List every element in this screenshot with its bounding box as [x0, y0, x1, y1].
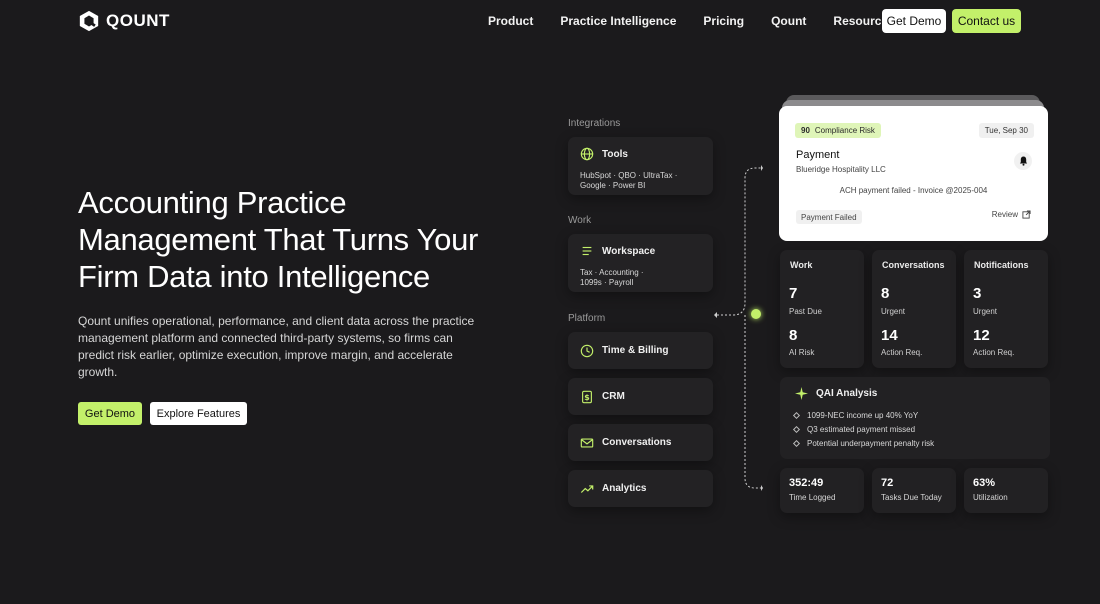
- clock-icon: [580, 344, 594, 357]
- notif-action-label: Action Req.: [973, 348, 1015, 357]
- risk-score: 90: [801, 126, 810, 135]
- notification-bell-button[interactable]: [1014, 152, 1032, 170]
- notifications-stats-title: Notifications: [974, 260, 1029, 270]
- crm-card[interactable]: $ CRM: [568, 378, 713, 415]
- tasks-due-label: Tasks Due Today: [881, 493, 942, 502]
- payment-title: Payment: [796, 149, 840, 161]
- ai-risk-label: AI Risk: [789, 348, 815, 357]
- qai-title: QAI Analysis: [816, 388, 878, 399]
- qai-item: Potential underpayment penalty risk: [792, 439, 935, 448]
- past-due-count: 7: [789, 285, 798, 302]
- time-logged-value: 352:49: [789, 477, 824, 489]
- notifications-stats-card[interactable]: Notifications 3 Urgent 12 Action Req.: [964, 250, 1048, 368]
- payment-message: ACH payment failed - Invoice @2025-004: [839, 186, 988, 195]
- notif-urgent-count: 3: [973, 285, 982, 302]
- main-nav: Product Practice Intelligence Pricing Qo…: [488, 9, 922, 33]
- work-stats-card[interactable]: Work 7 Past Due 8 AI Risk: [780, 250, 864, 368]
- diamond-icon: [792, 439, 801, 448]
- brand-name: QOUNT: [106, 11, 170, 30]
- work-stats-title: Work: [790, 260, 813, 270]
- conv-urgent-count: 8: [881, 285, 890, 302]
- qai-item: 1099-NEC income up 40% YoY: [792, 411, 919, 420]
- platform-label: Platform: [568, 313, 606, 324]
- get-demo-hero-button[interactable]: Get Demo: [78, 402, 142, 425]
- past-due-label: Past Due: [789, 307, 822, 316]
- time-logged-card[interactable]: 352:49 Time Logged: [780, 468, 864, 513]
- get-demo-nav-button[interactable]: Get Demo: [882, 9, 946, 33]
- nav-practice-intelligence[interactable]: Practice Intelligence: [560, 14, 676, 28]
- contact-us-button[interactable]: Contact us: [952, 9, 1021, 33]
- client-name: Blueridge Hospitality LLC: [796, 165, 886, 174]
- work-label: Work: [568, 215, 592, 226]
- qai-item-text: Potential underpayment penalty risk: [807, 439, 935, 448]
- risk-label: Compliance Risk: [814, 126, 875, 135]
- conv-action-label: Action Req.: [881, 348, 923, 357]
- trend-up-icon: [580, 484, 594, 493]
- ai-risk-count: 8: [789, 327, 798, 344]
- explore-features-button[interactable]: Explore Features: [150, 402, 247, 425]
- review-label: Review: [991, 210, 1018, 219]
- conversations-card[interactable]: Conversations: [568, 424, 713, 461]
- bell-icon: [1019, 156, 1027, 166]
- hero-title: Accounting Practice Management That Turn…: [78, 185, 479, 294]
- workspace-card: Workspace Tax · Accounting · 1099s · Pay…: [568, 234, 713, 292]
- connector-lines: [714, 165, 763, 491]
- conv-urgent-label: Urgent: [881, 307, 906, 316]
- tools-desc-line1: HubSpot · QBO · UltraTax ·: [580, 171, 678, 180]
- qai-item-text: Q3 estimated payment missed: [807, 425, 916, 434]
- utilization-value: 63%: [973, 477, 996, 489]
- svg-text:$: $: [584, 393, 589, 402]
- diamond-icon: [792, 425, 801, 434]
- hero-subtitle: Qount unifies operational, performance, …: [78, 314, 475, 379]
- tasks-due-card[interactable]: 72 Tasks Due Today: [872, 468, 956, 513]
- nav-qount[interactable]: Qount: [771, 14, 806, 28]
- integrations-label: Integrations: [568, 118, 621, 129]
- hub-dot: [751, 309, 761, 319]
- dollar-icon: $: [582, 390, 592, 403]
- utilization-card[interactable]: 63% Utilization: [964, 468, 1048, 513]
- tools-card: Tools HubSpot · QBO · UltraTax · Google …: [568, 137, 713, 195]
- review-link[interactable]: Review: [992, 210, 1031, 219]
- payment-alert-card[interactable]: 90 Compliance Risk Tue, Sep 30 Payment B…: [779, 106, 1048, 241]
- list-icon: [582, 246, 592, 256]
- globe-icon: [580, 147, 594, 161]
- tasks-due-value: 72: [881, 477, 894, 489]
- tools-title: Tools: [602, 148, 628, 160]
- conversations-label: Conversations: [602, 437, 672, 448]
- tools-desc-line2: Google · Power BI: [580, 181, 646, 190]
- workspace-desc-line2: 1099s · Payroll: [580, 278, 634, 287]
- conversations-stats-title: Conversations: [882, 260, 945, 270]
- qount-logo-icon: [79, 10, 99, 32]
- workspace-title: Workspace: [602, 245, 656, 257]
- qai-item: Q3 estimated payment missed: [792, 425, 916, 434]
- compliance-risk-badge: 90 Compliance Risk: [795, 123, 881, 138]
- analytics-card[interactable]: Analytics: [568, 470, 713, 507]
- date-badge: Tue, Sep 30: [978, 123, 1034, 138]
- sparkle-icon: [795, 387, 808, 400]
- nav-product[interactable]: Product: [488, 14, 533, 28]
- notif-urgent-label: Urgent: [973, 307, 998, 316]
- external-link-icon: [1022, 210, 1031, 219]
- time-billing-card[interactable]: Time & Billing: [568, 332, 713, 369]
- workspace-desc-line1: Tax · Accounting ·: [580, 268, 644, 277]
- crm-label: CRM: [602, 391, 625, 402]
- conversations-stats-card[interactable]: Conversations 8 Urgent 14 Action Req.: [872, 250, 956, 368]
- analytics-label: Analytics: [602, 483, 647, 494]
- qai-analysis-card[interactable]: QAI Analysis 1099-NEC income up 40% YoY …: [780, 377, 1050, 459]
- utilization-label: Utilization: [973, 493, 1008, 502]
- mail-icon: [580, 437, 594, 448]
- time-logged-label: Time Logged: [789, 493, 836, 502]
- notif-action-count: 12: [973, 327, 990, 344]
- brand-logo[interactable]: QOUNT: [78, 10, 170, 32]
- diamond-icon: [792, 411, 801, 420]
- qai-item-text: 1099-NEC income up 40% YoY: [807, 411, 919, 420]
- time-billing-label: Time & Billing: [602, 345, 669, 356]
- status-badge: Payment Failed: [796, 210, 862, 224]
- conv-action-count: 14: [881, 327, 898, 344]
- nav-pricing[interactable]: Pricing: [703, 14, 744, 28]
